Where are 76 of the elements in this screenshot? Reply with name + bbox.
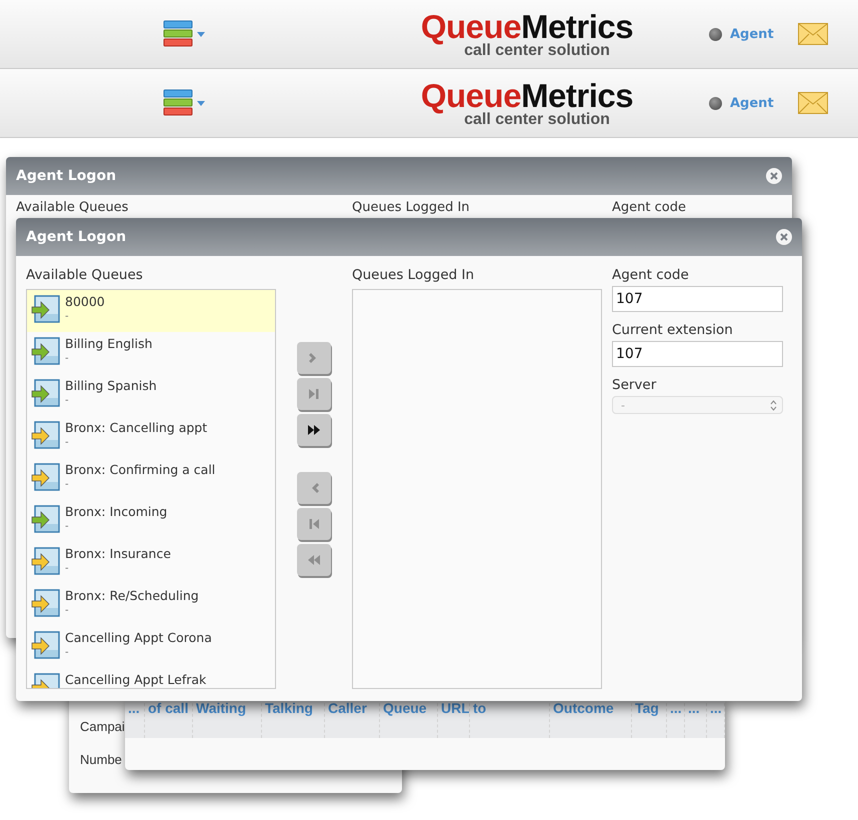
envelope-icon [798,92,828,114]
queue-detail: - [65,310,70,324]
queue-name: Bronx: Incoming [65,504,168,519]
status-dot [709,28,722,40]
text-field[interactable]: 107 [612,286,783,312]
queue-name: Billing Spanish [65,378,157,393]
menu-button[interactable] [163,89,205,117]
queue-item[interactable]: Bronx: Re/Scheduling - [27,584,275,626]
logo-tagline: call center solution [464,42,610,58]
stack-icon [163,89,193,117]
queue-icon [31,630,61,660]
queue-name: Cancelling Appt Corona [65,630,212,645]
queue-item[interactable]: Bronx: Incoming - [27,500,275,542]
queue-icon [31,378,61,408]
stack-icon [163,20,193,48]
text-field[interactable]: 107 [612,341,783,367]
close-button[interactable] [766,168,782,184]
logo-tagline: call center solution [464,112,610,128]
field-label: Numbe [80,752,123,767]
caret-icon [197,32,205,36]
queue-icon [31,546,61,576]
queue-icon [31,420,61,450]
envelope-icon [798,23,828,45]
queue-detail: - [65,520,70,534]
queue-name: Bronx: Re/Scheduling [65,588,199,603]
caret-icon [197,100,205,106]
queue-icon [31,294,61,324]
queue-item[interactable]: Billing Spanish - [27,374,275,416]
queue-name: 80000 [65,294,105,309]
logo-text: QueueMetrics [420,10,634,42]
field-label: Queues Logged In [352,200,470,215]
dialog-title: Agent Logon [16,168,116,184]
field-label: Agent code [612,200,686,215]
mail-button[interactable] [798,92,828,114]
dialog-title: Agent Logon [26,229,126,245]
menu-button[interactable] [163,20,205,48]
right-arrow-icon [306,422,322,438]
close-button[interactable] [776,229,792,245]
queue-detail: - [65,562,70,576]
queue-detail: - [65,646,70,660]
left-arrow-icon [306,552,322,568]
updown-icon [770,400,777,410]
field-label: Campai [80,719,126,734]
queue-detail: - [65,436,70,450]
queue-detail: - [65,394,70,408]
queue-icon [31,462,61,492]
queue-icon [31,336,61,366]
queue-icon [31,588,61,618]
queue-item[interactable]: Bronx: Confirming a call - [27,458,275,500]
status-dot [709,96,722,110]
queue-name: Bronx: Insurance [65,546,171,561]
field-label: Server [612,377,658,393]
queue-detail: - [65,478,70,492]
field-label: Available Queues [16,200,128,215]
queue-item[interactable]: 80000 - [27,290,275,332]
list-label: Queues Logged In [352,267,476,283]
list-label: Available Queues [26,267,144,283]
queue-item[interactable]: Bronx: Cancelling appt - [27,416,275,458]
mail-button[interactable] [798,23,828,45]
close-icon [770,172,778,180]
queue-item[interactable]: Cancelling Appt Lefrak [27,668,275,688]
field-label: Current extension [612,322,734,338]
queue-name: Billing English [65,336,152,351]
queue-item[interactable]: Cancelling Appt Corona - [27,626,275,668]
queue-name: Bronx: Cancelling appt [65,420,208,435]
queue-detail: - [65,604,70,618]
queue-name: Cancelling Appt Lefrak [65,672,206,687]
queue-detail: - [65,352,70,366]
queue-name: Bronx: Confirming a call [65,462,216,477]
queue-item[interactable]: Bronx: Insurance - [27,542,275,584]
queue-item[interactable]: Billing English - [27,332,275,374]
logo-text: QueueMetrics [420,78,634,112]
field-label: Agent code [612,267,690,283]
close-icon [780,233,788,241]
queue-icon [31,504,61,534]
move-button[interactable] [297,414,331,446]
